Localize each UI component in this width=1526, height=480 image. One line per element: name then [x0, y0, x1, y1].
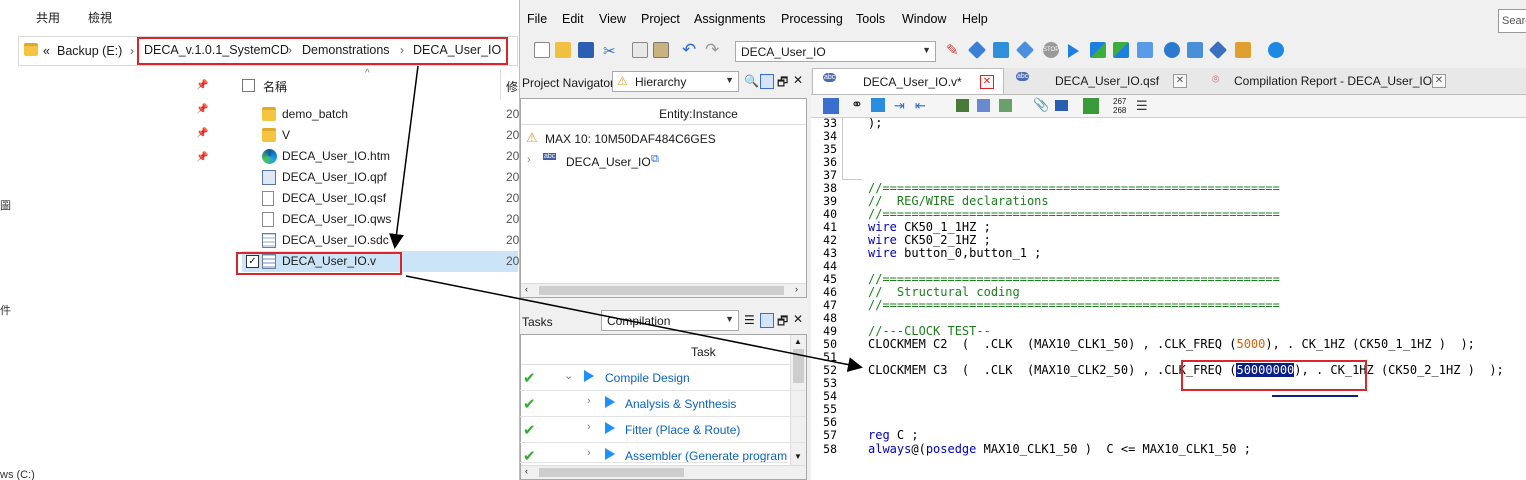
annotation-arrows [389, 65, 863, 372]
arrow-path-to-file [389, 65, 419, 249]
arrow-file-to-code [405, 275, 863, 372]
